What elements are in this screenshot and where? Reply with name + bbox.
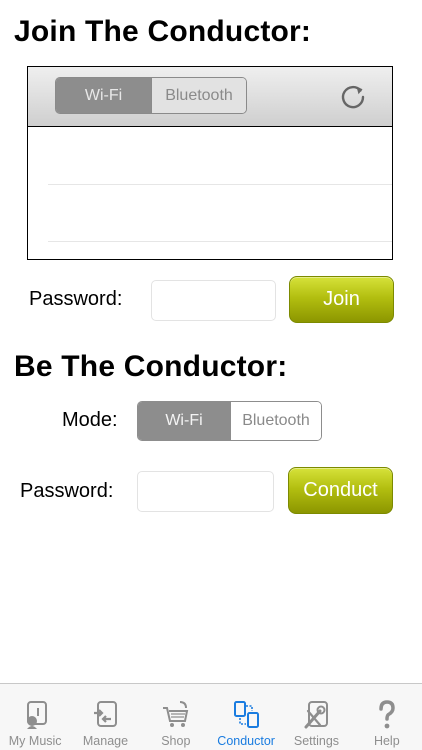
- conduct-password-label: Password:: [20, 480, 114, 502]
- conduct-section-title: Be The Conductor:: [14, 350, 288, 383]
- network-list-divider: [48, 241, 392, 242]
- join-password-label: Password:: [29, 288, 123, 310]
- tab-label: Conductor: [217, 734, 275, 748]
- tab-settings[interactable]: Settings: [281, 684, 351, 750]
- join-network-toolbar: Wi-Fi Bluetooth: [28, 67, 392, 127]
- refresh-icon[interactable]: [338, 81, 368, 111]
- mode-segment-wifi[interactable]: Wi-Fi: [138, 402, 230, 440]
- tab-label: Help: [373, 734, 400, 748]
- conduct-button[interactable]: Conduct: [288, 467, 393, 514]
- tab-conductor[interactable]: Conductor: [211, 684, 281, 750]
- join-connection-segment: Wi-Fi Bluetooth: [55, 77, 247, 114]
- tab-manage[interactable]: Manage: [70, 684, 140, 750]
- mode-segment: Wi-Fi Bluetooth: [137, 401, 322, 441]
- tab-label: Settings: [293, 734, 340, 748]
- network-list-divider: [48, 184, 392, 185]
- join-section-title: Join The Conductor:: [14, 15, 312, 48]
- settings-tools-icon: [304, 701, 329, 729]
- mode-label: Mode:: [62, 409, 118, 431]
- mode-segment-bluetooth[interactable]: Bluetooth: [229, 402, 321, 440]
- join-password-input[interactable]: [151, 280, 276, 321]
- help-icon: [379, 700, 395, 729]
- tab-shop[interactable]: Shop: [141, 684, 211, 750]
- join-segment-wifi[interactable]: Wi-Fi: [56, 78, 151, 113]
- manage-icon: [94, 701, 118, 727]
- conductor-icon: [234, 701, 260, 728]
- tab-help[interactable]: Help: [352, 684, 422, 750]
- shop-cart-icon: [162, 701, 189, 727]
- tab-label: Manage: [82, 734, 129, 748]
- join-segment-bluetooth[interactable]: Bluetooth: [151, 78, 246, 113]
- conduct-password-input[interactable]: [137, 471, 274, 512]
- join-button[interactable]: Join: [289, 276, 394, 323]
- my-music-icon: [27, 701, 48, 729]
- tab-my-music[interactable]: My Music: [0, 684, 70, 750]
- tab-label: My Music: [8, 734, 62, 748]
- tab-bar: My Music Manage Shop Conductor Settings …: [0, 683, 422, 750]
- join-network-panel: Wi-Fi Bluetooth: [27, 66, 393, 260]
- tab-label: Shop: [161, 734, 191, 748]
